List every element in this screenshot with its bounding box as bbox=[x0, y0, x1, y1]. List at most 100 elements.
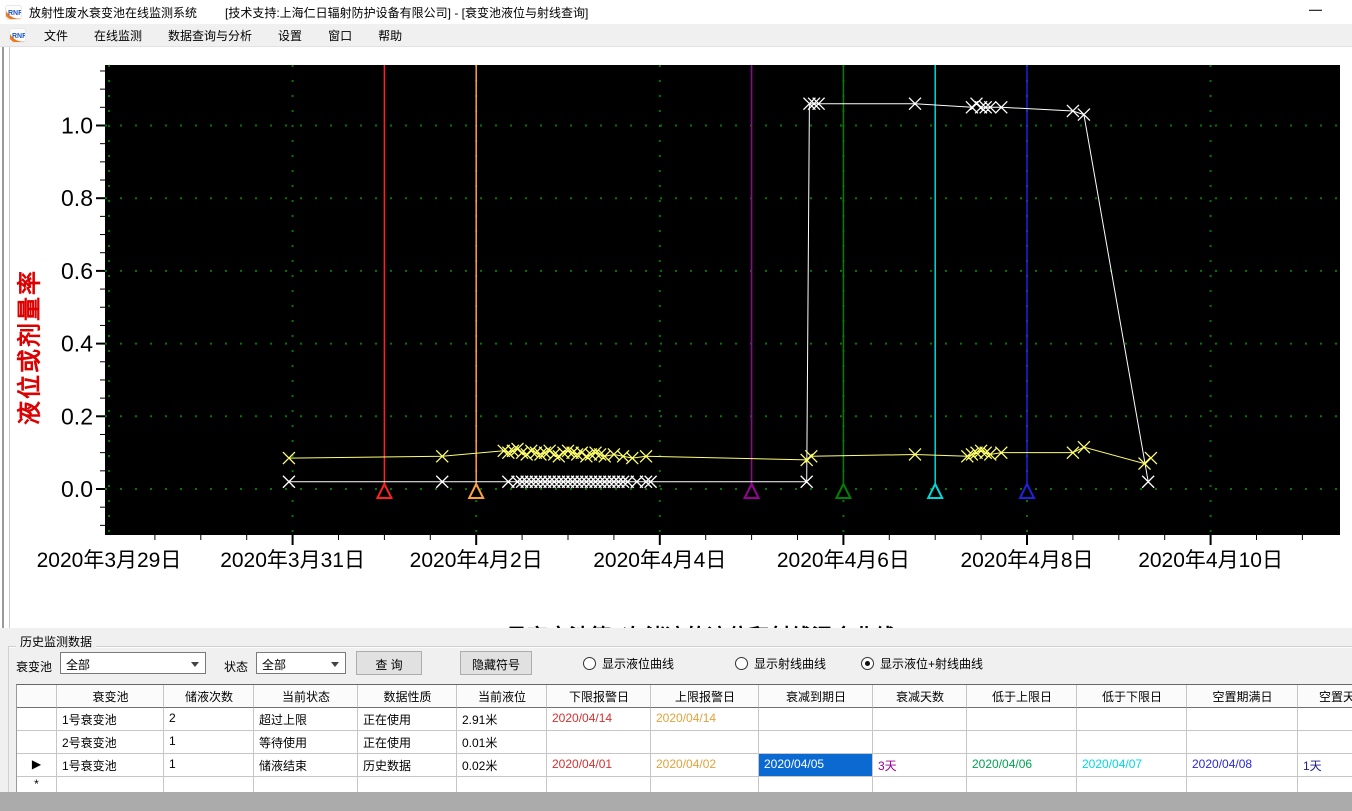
plot-area bbox=[105, 65, 1340, 535]
table-cell[interactable]: 2020/04/05 bbox=[759, 754, 873, 777]
menu-online-monitoring[interactable]: 在线监测 bbox=[84, 24, 152, 47]
table-cell[interactable] bbox=[1077, 731, 1187, 754]
mdi-child-icon-text: RNRi bbox=[12, 32, 25, 40]
table-cell[interactable]: 2.91米 bbox=[457, 708, 547, 731]
column-header[interactable]: 当前液位 bbox=[457, 685, 547, 708]
table-cell[interactable] bbox=[759, 731, 873, 754]
table-cell[interactable]: 1号衰变池 bbox=[57, 754, 164, 777]
radio-show-level-curve[interactable]: 显示液位曲线 bbox=[583, 655, 674, 672]
table-cell[interactable]: 储液结束 bbox=[254, 754, 358, 777]
row-selector[interactable] bbox=[17, 708, 57, 731]
column-header[interactable]: 衰减天数 bbox=[873, 685, 967, 708]
radio-show-ray-curve[interactable]: 显示射线曲线 bbox=[735, 655, 826, 672]
pool-filter-label: 衰变池 bbox=[16, 660, 53, 674]
column-header[interactable]: 下限报警日 bbox=[547, 685, 651, 708]
radio-label: 显示液位曲线 bbox=[602, 657, 675, 671]
column-header[interactable]: 衰减到期日 bbox=[759, 685, 873, 708]
column-header[interactable]: 衰变池 bbox=[57, 685, 164, 708]
table-cell[interactable] bbox=[164, 777, 254, 793]
table-cell[interactable] bbox=[1298, 777, 1352, 793]
table-cell[interactable]: 2020/04/02 bbox=[651, 754, 759, 777]
groupbox-border bbox=[8, 646, 1352, 648]
current-row-indicator[interactable]: ▶ bbox=[17, 754, 57, 777]
table-cell[interactable] bbox=[873, 708, 967, 731]
table-cell[interactable]: 2020/04/08 bbox=[1187, 754, 1298, 777]
table-cell[interactable] bbox=[1187, 777, 1298, 793]
table-cell[interactable] bbox=[967, 731, 1077, 754]
column-header[interactable]: 当前状态 bbox=[254, 685, 358, 708]
x-tick-label: 2020年4月6日 bbox=[777, 549, 910, 572]
table-cell[interactable]: 1号衰变池 bbox=[57, 708, 164, 731]
menu-help[interactable]: 帮助 bbox=[368, 24, 412, 47]
table-cell[interactable] bbox=[967, 708, 1077, 731]
table-cell[interactable]: 等待使用 bbox=[254, 731, 358, 754]
table-cell[interactable]: 2020/04/07 bbox=[1077, 754, 1187, 777]
table-cell[interactable]: 0.01米 bbox=[457, 731, 547, 754]
table-cell[interactable] bbox=[1298, 708, 1352, 731]
table-cell[interactable] bbox=[873, 731, 967, 754]
radio-show-level-plus-ray-curve[interactable]: 显示液位+射线曲线 bbox=[861, 655, 983, 672]
app-logo-text: RNRi bbox=[8, 9, 21, 17]
status-filter-combobox[interactable]: 全部 bbox=[256, 652, 346, 674]
table-cell[interactable]: 1天 bbox=[1298, 754, 1352, 777]
grid-empty-area bbox=[0, 792, 1352, 811]
table-cell[interactable] bbox=[57, 777, 164, 793]
table-row: ▶ 1号衰变池 1 储液结束 历史数据 0.02米 2020/04/01 2020/04/02… bbox=[17, 754, 1352, 777]
row-selector[interactable] bbox=[17, 731, 57, 754]
column-header[interactable]: 空置期满日 bbox=[1187, 685, 1298, 708]
pool-filter-combobox[interactable]: 全部 bbox=[60, 652, 206, 674]
table-cell[interactable] bbox=[358, 777, 457, 793]
table-cell[interactable] bbox=[1187, 731, 1298, 754]
table-cell[interactable] bbox=[457, 777, 547, 793]
table-cell[interactable]: 3天 bbox=[873, 754, 967, 777]
table-cell[interactable]: 历史数据 bbox=[358, 754, 457, 777]
chevron-down-icon bbox=[331, 662, 339, 667]
table-cell[interactable] bbox=[1077, 777, 1187, 793]
table-cell[interactable]: 2 bbox=[164, 708, 254, 731]
table-cell[interactable]: 2020/04/06 bbox=[967, 754, 1077, 777]
table-cell[interactable] bbox=[651, 731, 759, 754]
minimize-button[interactable]: — bbox=[1309, 2, 1322, 17]
column-header[interactable]: 数据性质 bbox=[358, 685, 457, 708]
table-cell[interactable]: 2020/04/01 bbox=[547, 754, 651, 777]
y-tick-label: 0.2 bbox=[61, 403, 93, 429]
menu-window[interactable]: 窗口 bbox=[318, 24, 362, 47]
table-cell[interactable] bbox=[547, 731, 651, 754]
table-cell[interactable]: 2020/04/14 bbox=[651, 708, 759, 731]
table-cell[interactable] bbox=[1298, 731, 1352, 754]
mdi-child-icon[interactable]: RNRi bbox=[9, 27, 26, 43]
column-header[interactable]: 低于下限日 bbox=[1077, 685, 1187, 708]
table-cell[interactable] bbox=[547, 777, 651, 793]
y-tick-label: 0.0 bbox=[61, 476, 93, 502]
table-cell[interactable] bbox=[254, 777, 358, 793]
table-cell[interactable]: 0.02米 bbox=[457, 754, 547, 777]
table-cell[interactable] bbox=[651, 777, 759, 793]
window-title: 放射性废水衰变池在线监测系统 bbox=[29, 5, 198, 20]
table-cell[interactable]: 1 bbox=[164, 731, 254, 754]
column-header[interactable]: 上限报警日 bbox=[651, 685, 759, 708]
menu-settings[interactable]: 设置 bbox=[268, 24, 312, 47]
table-cell[interactable]: 正在使用 bbox=[358, 731, 457, 754]
menu-data-query-analysis[interactable]: 数据查询与分析 bbox=[158, 24, 262, 47]
column-header[interactable]: 空置天数 bbox=[1298, 685, 1352, 708]
table-cell[interactable]: 2号衰变池 bbox=[57, 731, 164, 754]
table-cell[interactable] bbox=[1187, 708, 1298, 731]
table-cell[interactable] bbox=[873, 777, 967, 793]
table-cell[interactable]: 2020/04/14 bbox=[547, 708, 651, 731]
groupbox-title: 历史监测数据 bbox=[16, 633, 97, 650]
hide-symbols-button[interactable]: 隐藏符号 bbox=[460, 651, 532, 675]
column-header[interactable]: 储液次数 bbox=[164, 685, 254, 708]
table-cell[interactable]: 超过上限 bbox=[254, 708, 358, 731]
chart-region: 0.0 0.2 0.4 0.6 0.8 1.0 2020年3月29日 2020年3月31日 20… bbox=[0, 47, 1352, 649]
table-cell[interactable] bbox=[759, 708, 873, 731]
column-header[interactable]: 低于上限日 bbox=[967, 685, 1077, 708]
table-cell[interactable] bbox=[759, 777, 873, 793]
row-selector[interactable]: * bbox=[17, 777, 57, 793]
table-cell[interactable] bbox=[1077, 708, 1187, 731]
pool-filter-value: 全部 bbox=[66, 658, 91, 672]
table-cell[interactable]: 正在使用 bbox=[358, 708, 457, 731]
menu-file[interactable]: 文件 bbox=[34, 24, 78, 47]
table-cell[interactable] bbox=[967, 777, 1077, 793]
query-button[interactable]: 查 询 bbox=[356, 651, 422, 675]
table-cell[interactable]: 1 bbox=[164, 754, 254, 777]
